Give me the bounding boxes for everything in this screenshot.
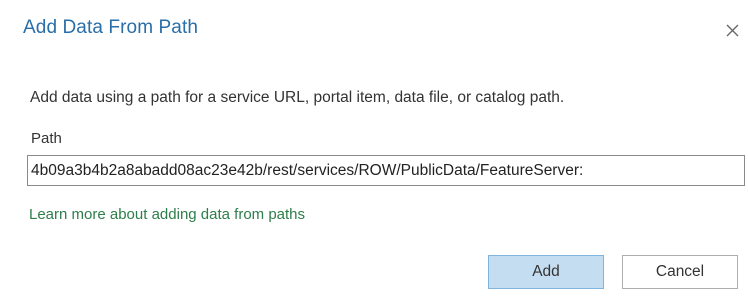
close-button[interactable] — [720, 17, 744, 43]
path-label: Path — [31, 130, 62, 147]
dialog-title: Add Data From Path — [23, 17, 198, 38]
add-data-from-path-dialog: Add Data From Path Add data using a path… — [0, 0, 748, 305]
dialog-description: Add data using a path for a service URL,… — [30, 89, 565, 106]
cancel-button[interactable]: Cancel — [622, 255, 738, 289]
path-input[interactable] — [27, 155, 745, 186]
dialog-title-bar: Add Data From Path — [0, 0, 748, 62]
learn-more-link[interactable]: Learn more about adding data from paths — [29, 206, 305, 223]
close-icon — [726, 24, 738, 36]
add-button[interactable]: Add — [488, 255, 604, 289]
